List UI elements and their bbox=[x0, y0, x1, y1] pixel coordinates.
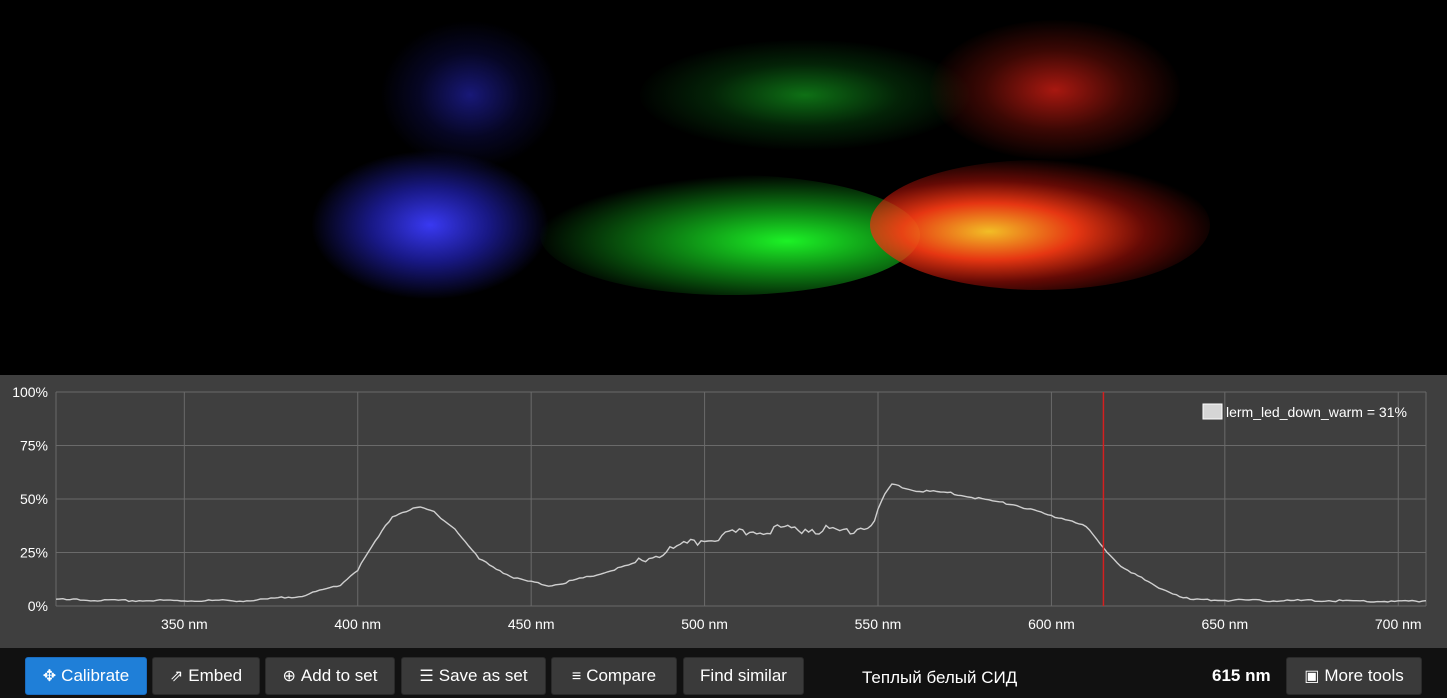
crosshair-icon: ✥ bbox=[42, 668, 57, 685]
briefcase-icon: ▣ bbox=[1304, 668, 1320, 685]
toolbar: ✥ Calibrate ⇗ Embed ⊕ Add to set ☰ Save as s… bbox=[0, 648, 1447, 698]
x-tick-label: 650 nm bbox=[1201, 616, 1248, 632]
legend-label: lerm_led_down_warm = 31% bbox=[1226, 404, 1407, 420]
calibrate-button[interactable]: ✥ Calibrate bbox=[25, 657, 147, 695]
legend-swatch bbox=[1202, 403, 1223, 420]
align-left-icon: ≡ bbox=[571, 668, 582, 685]
x-tick-label: 450 nm bbox=[508, 616, 555, 632]
add-to-set-label: Add to set bbox=[300, 666, 378, 685]
x-tick-label: 700 nm bbox=[1375, 616, 1422, 632]
chart-legend: lerm_led_down_warm = 31% bbox=[1202, 403, 1407, 420]
save-as-set-label: Save as set bbox=[438, 666, 528, 685]
series-line bbox=[55, 483, 1427, 603]
embed-button[interactable]: ⇗ Embed bbox=[152, 657, 260, 695]
add-to-set-button[interactable]: ⊕ Add to set bbox=[265, 657, 395, 695]
spectrum-chart[interactable]: 0% 25% 50% 75% 100% 350 nm 400 nm 450 nm 500 nm… bbox=[0, 375, 1447, 648]
x-tick-label: 350 nm bbox=[161, 616, 208, 632]
find-similar-button[interactable]: Find similar bbox=[683, 657, 804, 695]
find-similar-label: Find similar bbox=[700, 666, 787, 685]
embed-label: Embed bbox=[188, 666, 243, 685]
compare-label: Compare bbox=[586, 666, 657, 685]
y-tick-label: 0% bbox=[28, 598, 48, 614]
spectrum-description: Теплый белый СИД bbox=[862, 668, 1018, 687]
save-as-set-button[interactable]: ☰ Save as set bbox=[401, 657, 546, 695]
list-icon: ☰ bbox=[419, 668, 434, 685]
chart-svg[interactable]: 0% 25% 50% 75% 100% 350 nm 400 nm 450 nm 500 nm… bbox=[0, 375, 1447, 648]
y-tick-label: 100% bbox=[12, 384, 48, 400]
wavelength-readout: 615 nm bbox=[1212, 666, 1271, 685]
x-tick-label: 550 nm bbox=[855, 616, 902, 632]
x-tick-label: 500 nm bbox=[681, 616, 728, 632]
more-tools-button[interactable]: ▣ More tools bbox=[1286, 657, 1422, 695]
x-tick-label: 400 nm bbox=[334, 616, 381, 632]
y-tick-label: 50% bbox=[20, 491, 48, 507]
more-tools-label: More tools bbox=[1324, 666, 1404, 685]
y-tick-label: 25% bbox=[20, 545, 48, 561]
y-tick-label: 75% bbox=[20, 438, 48, 454]
spectrum-image bbox=[0, 0, 1447, 375]
plus-circle-icon: ⊕ bbox=[282, 668, 296, 685]
compare-button[interactable]: ≡ Compare bbox=[551, 657, 677, 695]
share-icon: ⇗ bbox=[169, 668, 184, 685]
calibrate-label: Calibrate bbox=[61, 666, 130, 685]
x-tick-label: 600 nm bbox=[1028, 616, 1075, 632]
